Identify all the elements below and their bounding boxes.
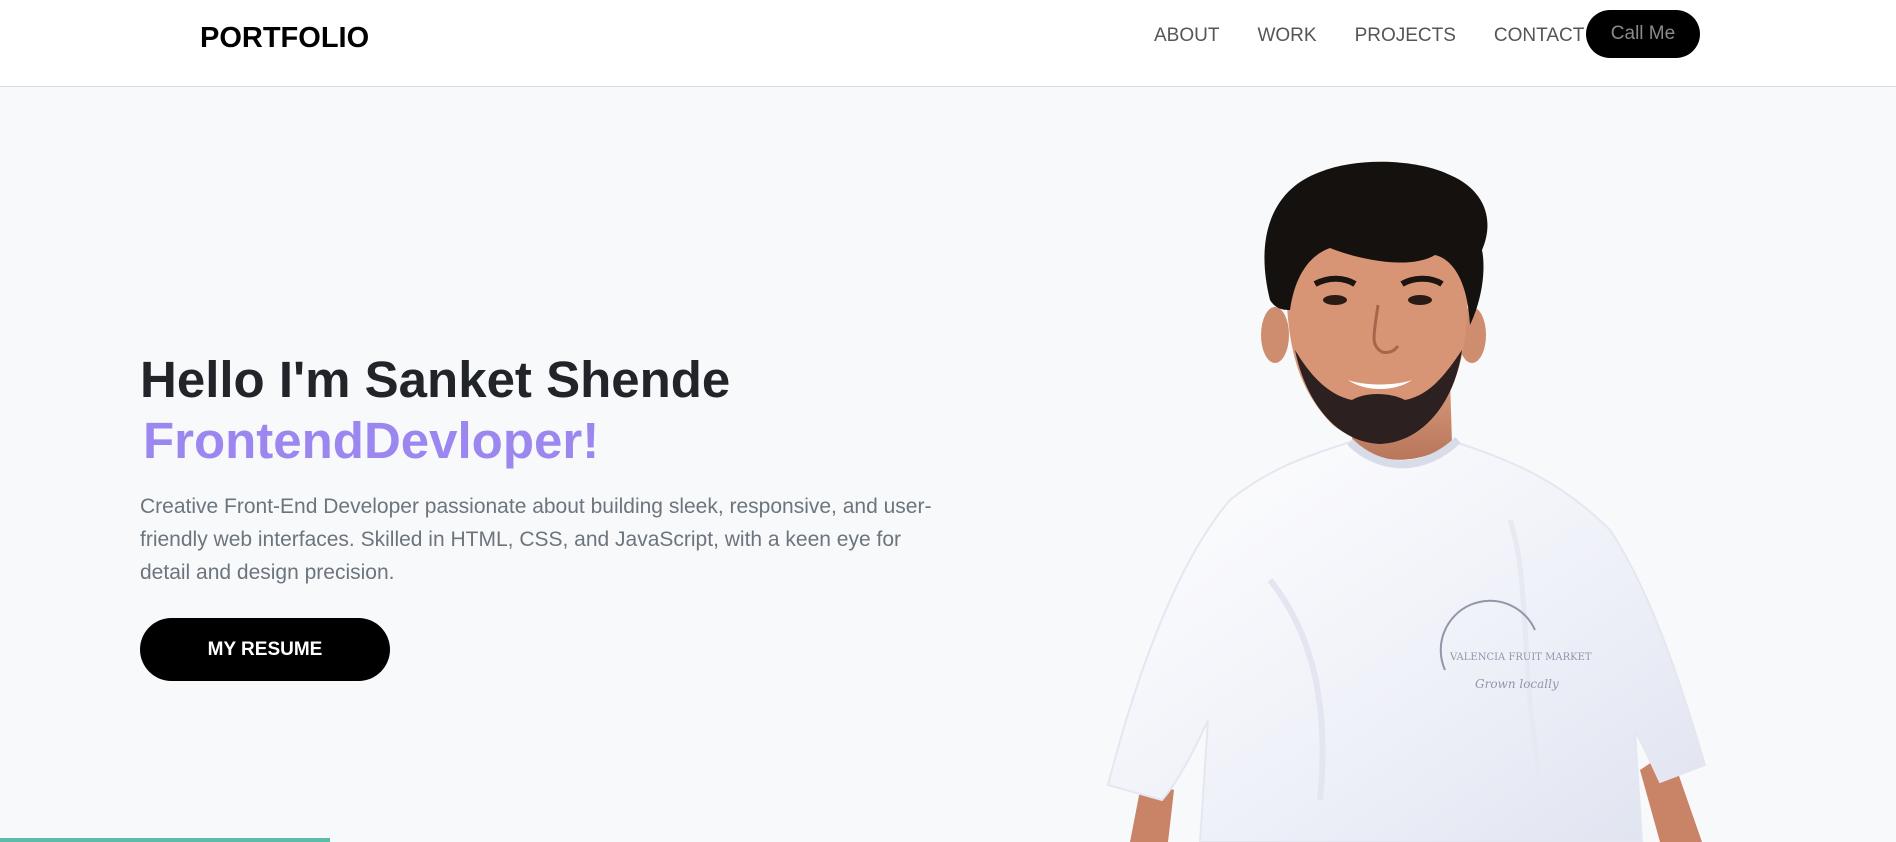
nav-link-projects[interactable]: PROJECTS — [1355, 24, 1456, 48]
nav-link-contact[interactable]: CONTACT — [1494, 24, 1584, 48]
call-me-button[interactable]: Call Me — [1586, 10, 1700, 58]
scroll-progress-bar — [0, 838, 330, 842]
brand-logo[interactable]: PORTFOLIO — [200, 22, 369, 55]
profile-photo: VALENCIA FRUIT MARKET Grown locally — [1106, 161, 1707, 842]
nav-link-work[interactable]: WORK — [1257, 24, 1316, 48]
navbar: PORTFOLIO ABOUT WORK PROJECTS CONTACT Ca… — [0, 0, 1896, 87]
nav-links: ABOUT WORK PROJECTS CONTACT — [1154, 24, 1622, 48]
hero-greeting: Hello I'm Sanket Shende — [140, 351, 731, 408]
nav-link-about[interactable]: ABOUT — [1154, 24, 1219, 48]
resume-button[interactable]: MY RESUME — [140, 618, 390, 681]
svg-text:VALENCIA FRUIT MARKET: VALENCIA FRUIT MARKET — [1449, 652, 1592, 663]
svg-text:Grown locally: Grown locally — [1475, 677, 1559, 691]
hero-description: Creative Front-End Developer passionate … — [140, 495, 932, 584]
hero-role: FrontendDevloper! — [143, 412, 600, 469]
